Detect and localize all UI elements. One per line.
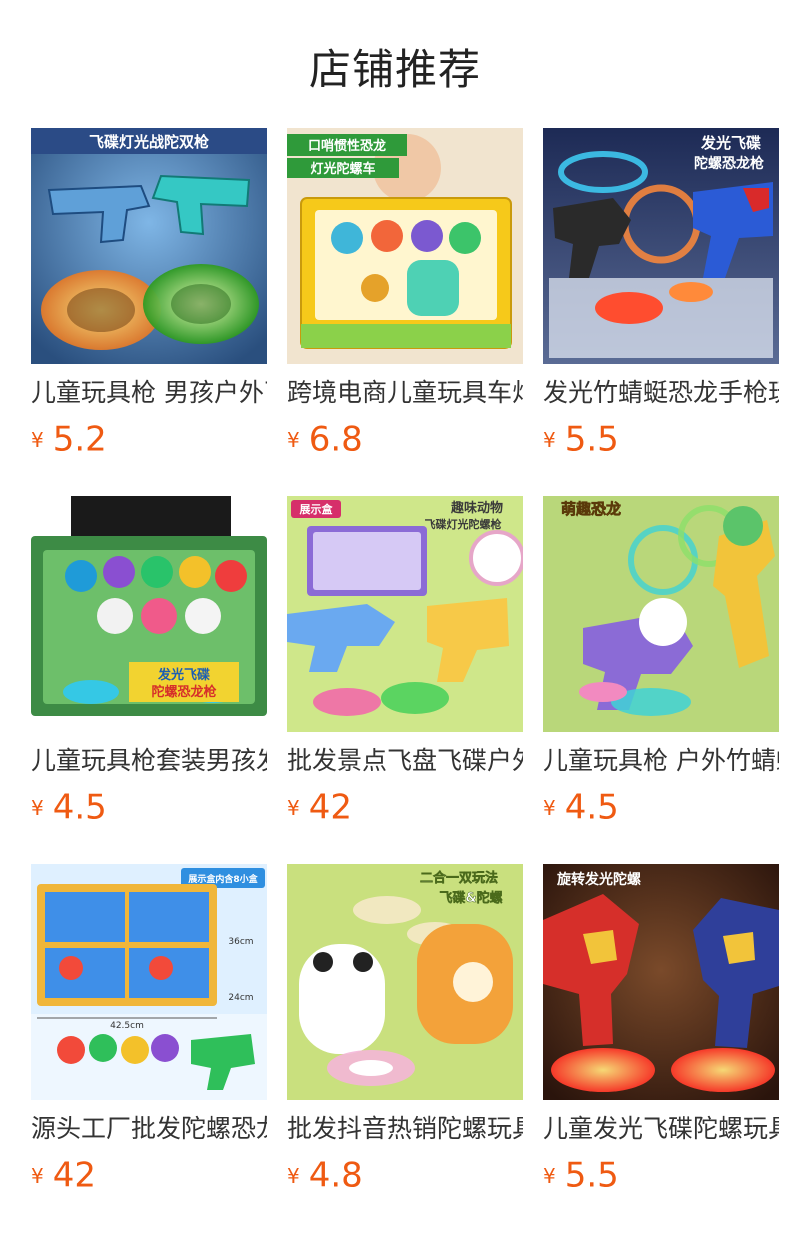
product-price: ¥42 (287, 787, 352, 828)
product-title[interactable]: 跨境电商儿童玩具车灯光陀螺 (287, 376, 523, 410)
product-image[interactable]: 趣味动物 飞碟灯光陀螺枪 展示盒 (287, 496, 523, 732)
dimension-label: 24cm (228, 993, 253, 1003)
image-caption: 灯光陀螺车 (310, 161, 375, 177)
product-image[interactable]: 发光飞碟 陀螺恐龙枪 (31, 496, 267, 732)
price-value: 4.5 (564, 787, 619, 828)
dimension-label: 42.5cm (110, 1021, 144, 1031)
image-caption: 发光飞碟 (700, 134, 761, 152)
product-title[interactable]: 源头工厂批发陀螺恐龙枪展示盒 (31, 1112, 267, 1146)
product-title[interactable]: 儿童玩具枪套装男孩发光 (31, 744, 267, 778)
image-caption: 二合一双玩法 (420, 870, 498, 886)
product-title[interactable]: 批发景点飞盘飞碟户外玩具 (287, 744, 523, 778)
product-price: ¥5.5 (543, 419, 619, 460)
price-value: 6.8 (308, 419, 363, 460)
image-caption: 口哨惯性恐龙 (308, 138, 386, 154)
currency-symbol: ¥ (31, 795, 44, 820)
image-caption: 展示盒内含8小盒 (188, 873, 258, 885)
image-caption: 趣味动物 (450, 500, 503, 516)
animal-gun-display-photo: 趣味动物 飞碟灯光陀螺枪 展示盒 (287, 496, 523, 732)
image-caption: 萌趣恐龙 (561, 500, 621, 518)
product-price: ¥4.5 (543, 787, 619, 828)
currency-symbol: ¥ (31, 1163, 44, 1188)
price-value: 5.5 (564, 419, 619, 460)
product-title[interactable]: 批发抖音热销陀螺玩具飞碟 (287, 1112, 523, 1146)
product-image[interactable]: 展示盒内含8小盒 42.5cm 24cm 36cm (31, 864, 267, 1100)
image-caption: 旋转发光陀螺 (556, 871, 641, 888)
panda-tiger-launcher-photo: 二合一双玩法 飞碟&陀螺 (287, 864, 523, 1100)
page-title: 店铺推荐 (308, 45, 481, 94)
product-price: ¥4.5 (31, 787, 107, 828)
product-image[interactable]: 飞碟灯光战陀双枪 (31, 128, 267, 364)
price-value: 42 (52, 1155, 96, 1196)
image-caption: 陀螺恐龙枪 (694, 155, 764, 172)
product-image[interactable]: 萌趣恐龙 (543, 496, 779, 732)
gift-box-set-photo: 发光飞碟 陀螺恐龙枪 (31, 496, 267, 732)
image-caption: 飞碟&陀螺 (439, 890, 502, 906)
store-header: 店铺推荐 (0, 36, 790, 97)
product-image[interactable]: 发光飞碟 陀螺恐龙枪 (543, 128, 779, 364)
product-image[interactable]: 二合一双玩法 飞碟&陀螺 (287, 864, 523, 1100)
cute-dinosaur-gun-photo: 萌趣恐龙 (543, 496, 779, 732)
image-caption: 陀螺恐龙枪 (151, 684, 216, 700)
product-title[interactable]: 儿童发光飞碟陀螺玩具枪 (543, 1112, 779, 1146)
product-title[interactable]: 儿童玩具枪 户外竹蜻蜓发光 (543, 744, 779, 778)
price-value: 4.8 (308, 1155, 363, 1196)
display-box-photo: 展示盒内含8小盒 42.5cm 24cm 36cm (31, 864, 267, 1100)
price-value: 5.2 (52, 419, 107, 460)
dragon-launcher-photo: 旋转发光陀螺 (543, 864, 779, 1100)
product-title[interactable]: 儿童玩具枪 男孩户外飞碟陀螺 (31, 376, 267, 410)
image-caption: 展示盒 (299, 502, 334, 516)
currency-symbol: ¥ (31, 427, 44, 452)
currency-symbol: ¥ (543, 795, 556, 820)
product-image[interactable]: 口哨惯性恐龙 灯光陀螺车 (287, 128, 523, 364)
image-caption: 飞碟灯光战陀双枪 (89, 133, 209, 151)
price-value: 42 (308, 787, 352, 828)
image-caption: 发光飞碟 (157, 667, 210, 683)
product-price: ¥5.5 (543, 1155, 619, 1196)
product-image[interactable]: 旋转发光陀螺 (543, 864, 779, 1100)
image-caption: 飞碟灯光陀螺枪 (425, 517, 502, 531)
toy-gun-spinning-top-photo: 飞碟灯光战陀双枪 (31, 128, 267, 364)
currency-symbol: ¥ (287, 795, 300, 820)
dinosaur-gun-photo: 发光飞碟 陀螺恐龙枪 (543, 128, 779, 364)
product-price: ¥5.2 (31, 419, 107, 460)
currency-symbol: ¥ (287, 427, 300, 452)
currency-symbol: ¥ (543, 1163, 556, 1188)
price-value: 4.5 (52, 787, 107, 828)
product-price: ¥4.8 (287, 1155, 363, 1196)
dimension-label: 36cm (228, 937, 253, 947)
boxed-toy-set-photo: 口哨惯性恐龙 灯光陀螺车 (287, 128, 523, 364)
currency-symbol: ¥ (543, 427, 556, 452)
product-title[interactable]: 发光竹蜻蜓恐龙手枪玩具 (543, 376, 779, 410)
currency-symbol: ¥ (287, 1163, 300, 1188)
product-price: ¥6.8 (287, 419, 363, 460)
product-price: ¥42 (31, 1155, 96, 1196)
price-value: 5.5 (564, 1155, 619, 1196)
